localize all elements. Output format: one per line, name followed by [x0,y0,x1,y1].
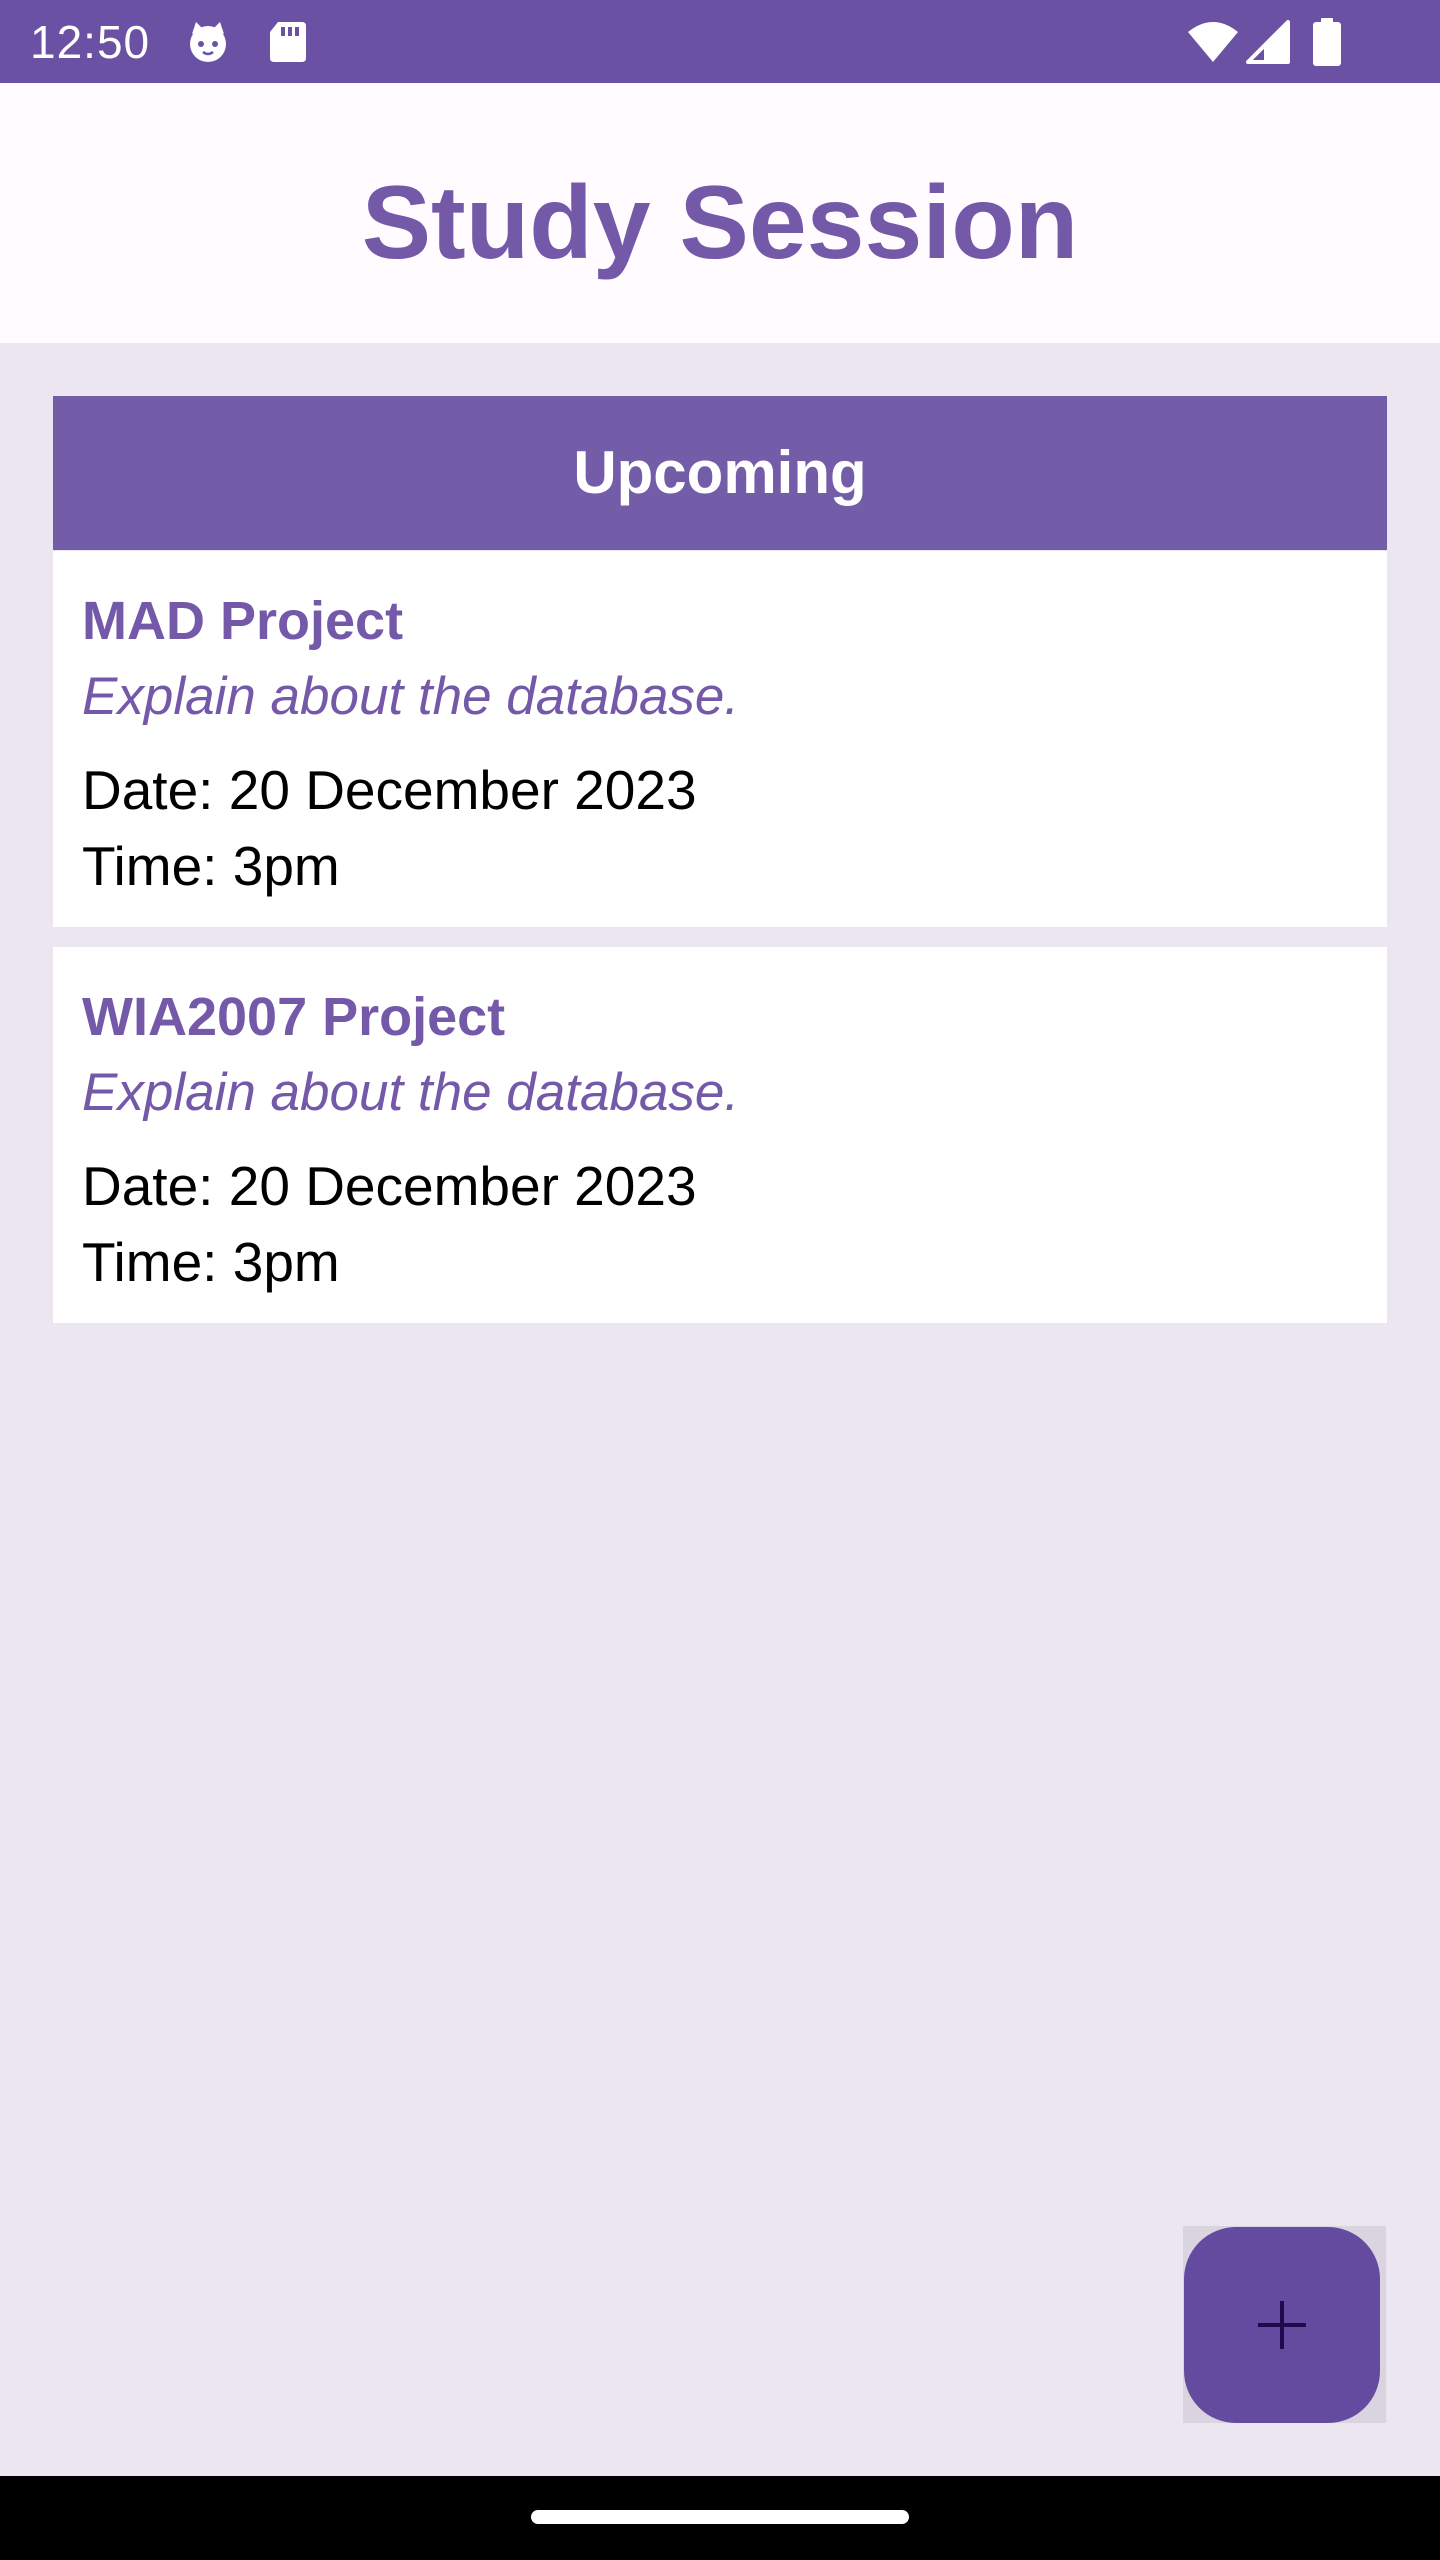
sd-card-icon [266,20,310,64]
plus-icon [1258,2301,1306,2349]
home-indicator[interactable] [531,2510,909,2524]
add-session-button[interactable] [1184,2227,1380,2423]
session-date: Date: 20 December 2023 [82,1155,697,1217]
section-header-upcoming: Upcoming [53,396,1387,550]
session-description: Explain about the database. [82,1063,740,1122]
wifi-icon [1186,20,1240,64]
status-time: 12:50 [30,16,151,68]
page-title: Study Session [361,165,1079,281]
session-title: WIA2007 Project [82,987,506,1047]
session-card[interactable]: MAD Project Explain about the database. … [53,551,1387,927]
session-date: Date: 20 December 2023 [82,759,697,821]
session-time: Time: 3pm [82,835,340,897]
signal-icon [1246,20,1290,64]
session-description: Explain about the database. [82,667,740,726]
app-bar: Study Session [0,83,1440,343]
battery-icon [1310,18,1344,66]
session-time: Time: 3pm [82,1231,340,1293]
status-bar: 12:50 [0,0,1440,83]
cat-icon [186,20,230,64]
session-title: MAD Project [82,591,404,651]
session-card[interactable]: WIA2007 Project Explain about the databa… [53,947,1387,1323]
